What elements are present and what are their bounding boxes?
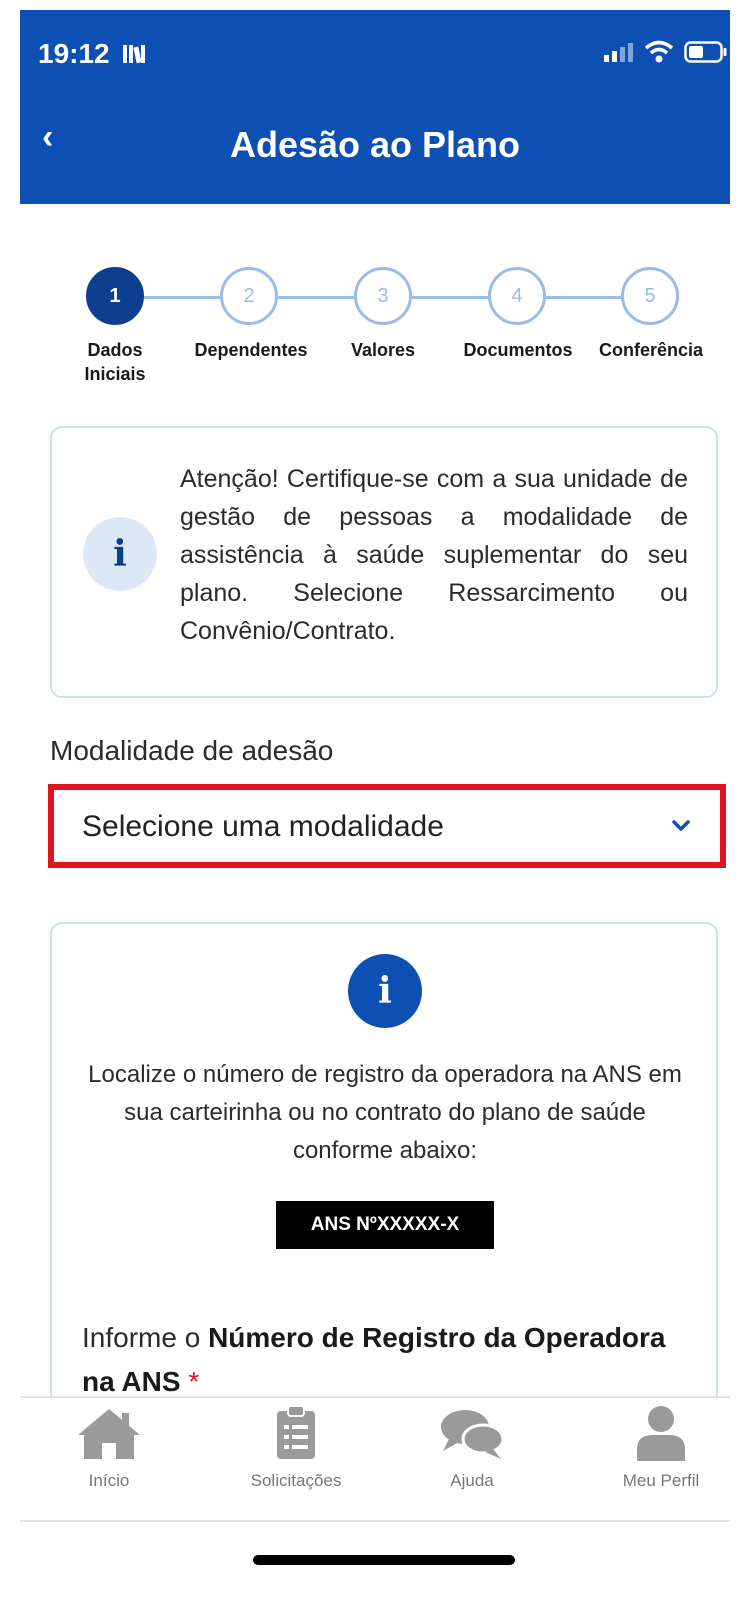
step-4-circle[interactable]: 4 (488, 267, 546, 325)
info-icon: i (83, 517, 157, 591)
ans-number-label: Informe o Número de Registro da Operador… (82, 1322, 666, 1397)
info-icon: i (348, 954, 422, 1028)
chevron-down-icon[interactable] (668, 812, 694, 838)
clipboard-icon (277, 1405, 315, 1459)
step-5-circle[interactable]: 5 (621, 267, 679, 325)
nav-solicitacoes[interactable]: Solicitações (221, 1405, 371, 1491)
battery-icon (684, 41, 727, 63)
ans-example-badge: ANS NºXXXXX-X (276, 1201, 494, 1249)
home-indicator (253, 1555, 515, 1565)
step-5-label: Conferência (598, 340, 704, 360)
step-2-circle[interactable]: 2 (220, 267, 278, 325)
chat-icon (441, 1410, 505, 1459)
library-icon (123, 45, 146, 64)
step-1-label: Dados Iniciais (84, 340, 146, 384)
modalidade-select-value[interactable]: Selecione uma modalidade (82, 810, 444, 844)
status-time: 19:12 (38, 38, 151, 70)
status-icons (602, 40, 728, 64)
step-3-circle[interactable]: 3 (354, 267, 412, 325)
step-4-label: Documentos (463, 340, 573, 360)
page-title: Adesão ao Plano (229, 124, 521, 165)
nav-inicio[interactable]: Início (34, 1405, 184, 1491)
step-2-label: Dependentes (194, 340, 308, 360)
step-1-circle[interactable]: 1 (86, 267, 144, 325)
user-icon (637, 1406, 685, 1461)
modalidade-label: Modalidade de adesão (50, 735, 334, 766)
step-3-label: Valores (350, 340, 416, 360)
required-mark: * (188, 1366, 200, 1397)
signal-icon (604, 43, 633, 62)
nav-ajuda[interactable]: Ajuda (397, 1405, 547, 1491)
wifi-icon (644, 40, 674, 63)
ans-instructions: Localize o número de registro da operado… (88, 1061, 682, 1164)
nav-meu-perfil[interactable]: Meu Perfil (586, 1405, 736, 1491)
home-icon (78, 1409, 140, 1459)
attention-text: Atenção! Certifique-se com a sua unidade… (180, 465, 688, 645)
